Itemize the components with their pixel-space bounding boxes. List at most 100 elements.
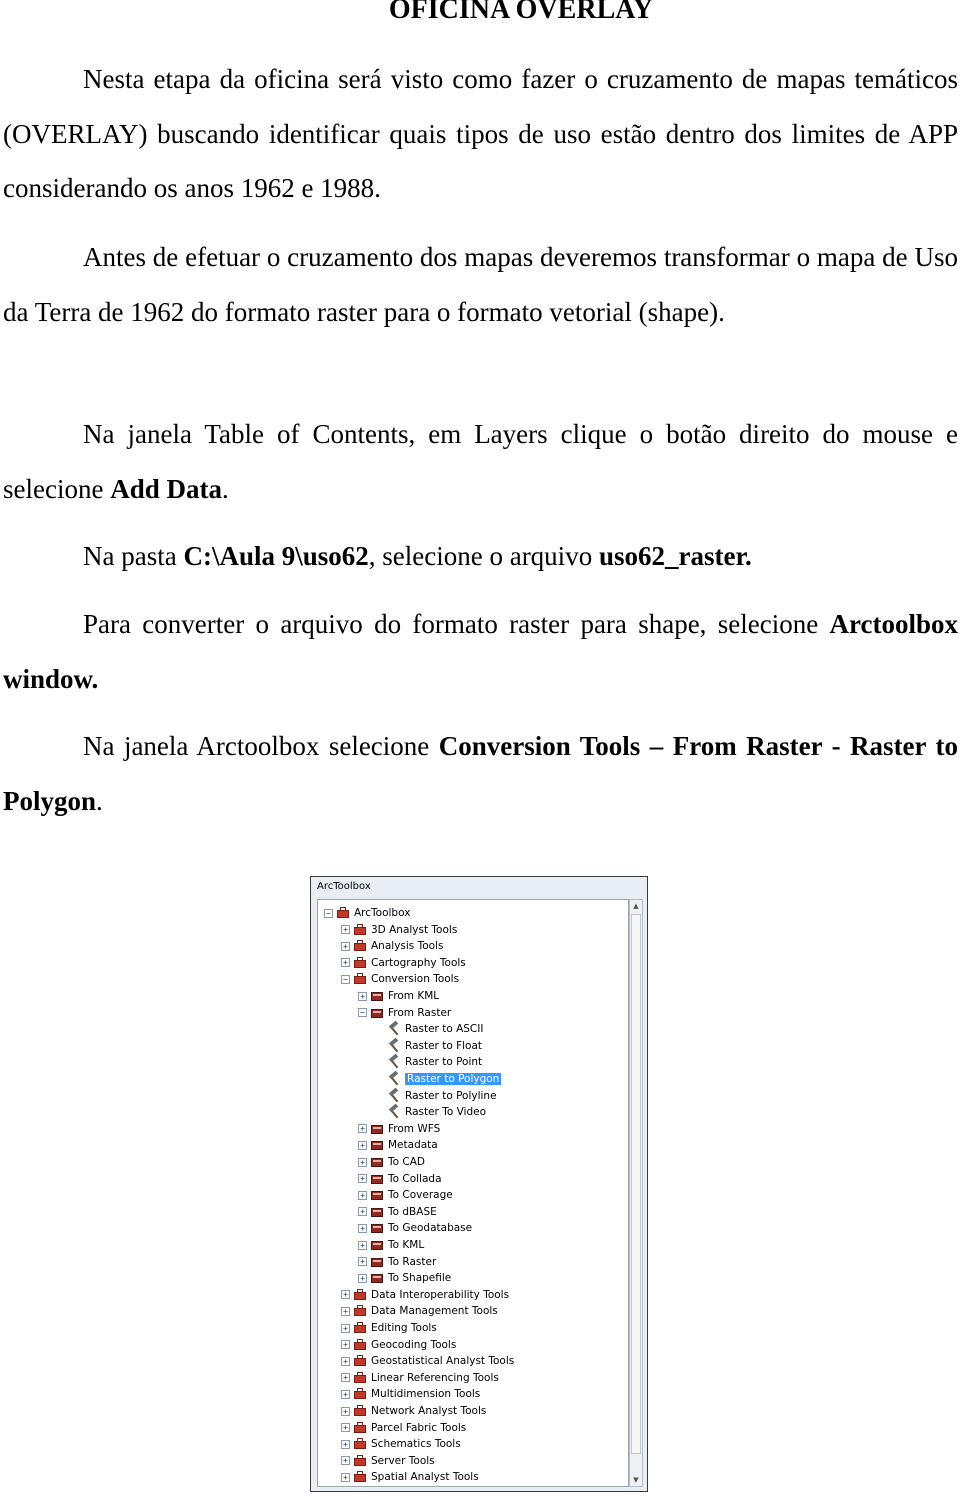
tree-item[interactable]: − From Raster: [358, 1005, 451, 1021]
toolbox-tree: − ArcToolbox +3D Analyst Tools + Analysis To…: [318, 900, 628, 1486]
tree-item[interactable]: Raster To Video: [375, 1104, 486, 1120]
hammer-icon: [387, 1105, 401, 1119]
toolbox-icon: [353, 1338, 367, 1351]
tree-item[interactable]: + Schematics Tools: [341, 1436, 461, 1452]
tree-item[interactable]: Raster to Polyline: [375, 1088, 497, 1104]
file-name-bold: uso62_raster.: [598, 541, 752, 571]
expand-icon[interactable]: +: [358, 1190, 367, 1200]
arctoolbox-window: ArcToolbox − ArcToolbox +3D Analyst Tools +…: [310, 876, 648, 1492]
tree-item[interactable]: + To Collada: [358, 1171, 442, 1187]
expand-icon[interactable]: +: [341, 1373, 350, 1383]
tree-item-label: To Coverage: [388, 1189, 453, 1202]
tree-item[interactable]: + To Raster: [358, 1254, 436, 1270]
expand-icon[interactable]: +: [358, 1174, 367, 1184]
tree-item[interactable]: Raster to Float: [375, 1038, 482, 1054]
tree-item[interactable]: − ArcToolbox: [324, 905, 410, 921]
expand-icon[interactable]: +: [341, 1472, 350, 1482]
tree-item-label: To Raster: [388, 1255, 437, 1268]
expand-icon[interactable]: +: [341, 1306, 350, 1316]
tree-item[interactable]: + Geocoding Tools: [341, 1337, 456, 1353]
tree-item[interactable]: + Data Interoperability Tools: [341, 1287, 509, 1303]
expand-icon[interactable]: +: [341, 1356, 350, 1366]
tree-item[interactable]: + Linear Referencing Tools: [341, 1370, 499, 1386]
tree-item[interactable]: + To Coverage: [358, 1187, 453, 1203]
expand-icon[interactable]: +: [341, 1323, 350, 1333]
expand-icon[interactable]: +: [341, 1389, 350, 1399]
tree-item-label: To Geodatabase: [388, 1222, 473, 1235]
collapse-icon[interactable]: −: [358, 1008, 367, 1018]
tree-item[interactable]: + Spatial Analyst Tools: [341, 1469, 479, 1485]
paragraph-select-tool: Na janela Arctoolbox selecione Conversio…: [3, 719, 958, 828]
expand-icon[interactable]: +: [341, 1340, 350, 1350]
scroll-up-icon[interactable]: ▲: [630, 900, 642, 912]
tree-item-label: Raster to Float: [405, 1039, 483, 1052]
tree-item[interactable]: Raster to Point: [375, 1054, 482, 1070]
tree-item[interactable]: + To Geodatabase: [358, 1220, 472, 1236]
toolbox-icon: [353, 973, 367, 985]
tree-item[interactable]: + To Shapefile: [358, 1270, 451, 1286]
expand-icon[interactable]: +: [358, 1140, 367, 1150]
add-data-bold: Add Data: [110, 473, 222, 504]
expand-icon[interactable]: +: [341, 941, 350, 951]
paragraph-select-tool-end: .: [96, 785, 103, 816]
tree-item[interactable]: + Geostatistical Analyst Tools: [341, 1353, 514, 1369]
tree-item[interactable]: + Data Management Tools: [341, 1303, 498, 1319]
expand-icon[interactable]: +: [358, 1124, 367, 1134]
tree-item[interactable]: + Analysis Tools: [341, 938, 443, 954]
tree-item[interactable]: + Metadata: [358, 1137, 438, 1153]
tree-item[interactable]: + To CAD: [358, 1154, 425, 1170]
tree-item-label: Data Management Tools: [371, 1305, 498, 1318]
collapse-icon[interactable]: −: [341, 974, 350, 984]
tree-item-label: To Collada: [388, 1172, 442, 1185]
tree-item-label: Linear Referencing Tools: [371, 1371, 499, 1384]
tree-item[interactable]: + From WFS: [358, 1121, 440, 1137]
expand-icon[interactable]: +: [341, 958, 350, 968]
scroll-thumb[interactable]: [631, 914, 641, 1454]
collapse-icon[interactable]: −: [324, 908, 333, 918]
paragraph-folder: Na pasta C:\Aula 9\uso62, selecione o ar…: [3, 529, 958, 584]
tree-item[interactable]: + To KML: [358, 1237, 424, 1253]
toolset-icon: [370, 1272, 384, 1284]
toolset-icon: [370, 990, 384, 1002]
expand-icon[interactable]: +: [341, 925, 350, 935]
expand-icon[interactable]: +: [358, 1240, 367, 1250]
scroll-down-icon[interactable]: ▼: [630, 1474, 642, 1486]
tree-item-label: Server Tools: [371, 1454, 435, 1467]
tree-item[interactable]: + Multidimension Tools: [341, 1386, 480, 1402]
tree-item[interactable]: + Server Tools: [341, 1453, 435, 1469]
tree-item-label: Geostatistical Analyst Tools: [371, 1355, 515, 1368]
tree-item[interactable]: + To dBASE: [358, 1204, 437, 1220]
tree-item[interactable]: Raster to ASCII: [375, 1021, 483, 1037]
expand-icon[interactable]: +: [358, 1257, 367, 1267]
expand-icon[interactable]: +: [341, 1423, 350, 1433]
tree-item[interactable]: +3D Analyst Tools: [341, 922, 457, 938]
tree-item[interactable]: + From KML: [358, 988, 439, 1004]
toolbox-icon: [353, 940, 367, 952]
paragraph-select-tool-text: Na janela Arctoolbox selecione: [83, 731, 439, 761]
paragraph-transform: Antes de efetuar o cruzamento dos mapas …: [3, 230, 958, 339]
tree-item[interactable]: + Cartography Tools: [341, 955, 466, 971]
tree-item[interactable]: Raster to Polygon: [375, 1071, 502, 1087]
vertical-scrollbar[interactable]: ▲ ▼: [629, 899, 643, 1487]
expand-icon[interactable]: +: [358, 1273, 367, 1283]
expand-icon[interactable]: +: [358, 1207, 367, 1217]
toolbox-icon: [353, 1355, 367, 1367]
toolset-icon: [370, 1123, 384, 1135]
expand-icon[interactable]: +: [341, 1456, 350, 1466]
expand-icon[interactable]: +: [341, 1290, 350, 1300]
expand-icon[interactable]: +: [358, 991, 367, 1001]
expand-icon[interactable]: +: [358, 1223, 367, 1233]
tree-item[interactable]: + Network Analyst Tools: [341, 1403, 486, 1419]
expand-icon[interactable]: +: [358, 1157, 367, 1167]
tree-item[interactable]: + Editing Tools: [341, 1320, 437, 1336]
tree-item[interactable]: + Parcel Fabric Tools: [341, 1420, 466, 1436]
expand-icon[interactable]: +: [341, 1406, 350, 1416]
tree-item[interactable]: − Conversion Tools: [341, 971, 459, 987]
expand-icon[interactable]: +: [341, 1439, 350, 1449]
hammer-icon: [387, 1022, 401, 1036]
paragraph-convert: Para converter o arquivo do formato rast…: [3, 597, 958, 706]
tree-item-label: Metadata: [388, 1139, 438, 1152]
